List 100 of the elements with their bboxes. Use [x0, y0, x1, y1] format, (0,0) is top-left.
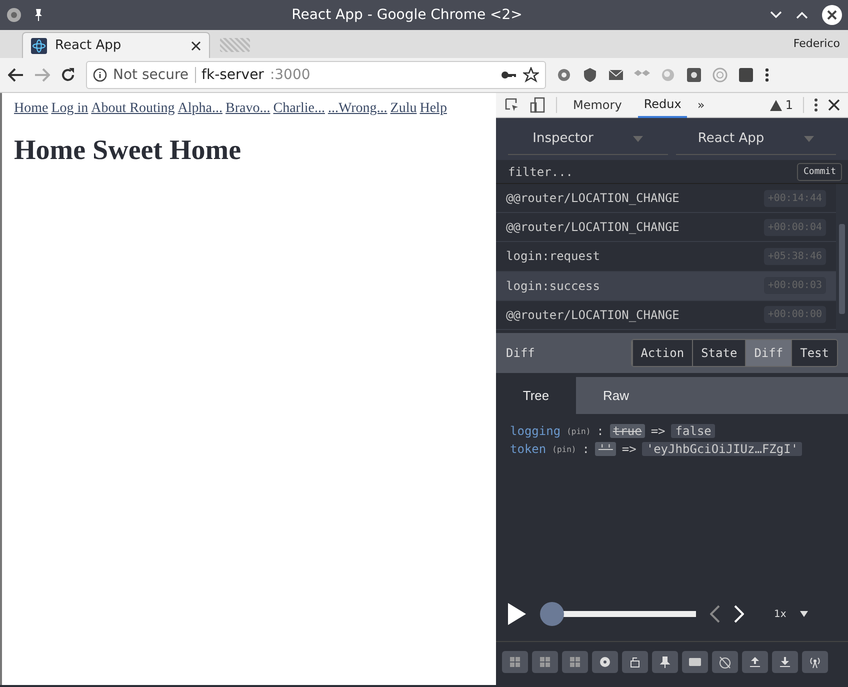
colon: :: [582, 442, 590, 456]
disc-button[interactable]: [592, 651, 618, 673]
pin-label[interactable]: (pin): [566, 426, 591, 436]
chrome-icon[interactable]: [6, 7, 22, 23]
dropdown-icon: [804, 136, 814, 142]
nav-link[interactable]: Home: [14, 101, 48, 117]
profile-name[interactable]: Federico: [793, 37, 840, 50]
browser-tab[interactable]: React App: [22, 32, 210, 58]
nav-link[interactable]: Charlie...: [273, 101, 325, 117]
warning-number: 1: [785, 98, 793, 112]
diff-arrow: =>: [650, 424, 666, 438]
devtools-tab[interactable]: Memory: [567, 92, 628, 118]
action-name: @@router/LOCATION_CHANGE: [506, 220, 680, 234]
url-port: :3000: [270, 67, 312, 83]
pin-label[interactable]: (pin): [552, 444, 576, 454]
pin-button[interactable]: [652, 651, 678, 673]
monitor-select[interactable]: React App: [676, 123, 836, 155]
mail-icon[interactable]: [608, 67, 624, 83]
diff-key[interactable]: token: [510, 442, 546, 456]
disc-icon: [598, 655, 612, 669]
select-value: Inspector: [532, 131, 594, 146]
grid-button[interactable]: [562, 651, 588, 673]
monitor-tab[interactable]: Test: [791, 340, 837, 366]
scrollbar[interactable]: [836, 184, 848, 330]
square-icon[interactable]: [738, 67, 754, 83]
grid-button[interactable]: [532, 651, 558, 673]
previous-icon[interactable]: [710, 605, 720, 623]
back-icon[interactable]: [8, 68, 24, 82]
image-icon[interactable]: [686, 67, 702, 83]
broadcast-button[interactable]: [802, 651, 828, 673]
monitor-tab[interactable]: State: [692, 340, 746, 366]
speed-select[interactable]: 1x: [768, 604, 814, 624]
reload-icon[interactable]: [60, 67, 76, 83]
filter-field[interactable]: filter...: [506, 164, 798, 180]
close-icon[interactable]: [828, 99, 840, 111]
nav-link[interactable]: Zulu: [390, 101, 417, 117]
close-icon[interactable]: [822, 5, 842, 25]
device-icon[interactable]: [530, 97, 546, 113]
keyboard-button[interactable]: [682, 651, 708, 673]
nav-link[interactable]: ...Wrong...: [328, 101, 388, 117]
window-title: React App - Google Chrome <2>: [290, 7, 524, 23]
broadcast-icon: [808, 655, 822, 669]
react-icon: [31, 38, 47, 54]
nav-link[interactable]: Log in: [51, 101, 88, 117]
grid-button[interactable]: [502, 651, 528, 673]
address-bar[interactable]: Not secure fk-server :3000: [86, 61, 546, 89]
new-value: false: [671, 424, 716, 438]
colon: :: [596, 424, 604, 438]
nav-link[interactable]: Help: [420, 101, 447, 117]
timer-off-button[interactable]: [712, 651, 738, 673]
diff-key[interactable]: logging: [510, 424, 561, 438]
view-tab[interactable]: Raw: [576, 377, 656, 414]
view-tab[interactable]: Tree: [496, 377, 576, 414]
page-heading: Home Sweet Home: [14, 135, 242, 167]
nav-link[interactable]: Alpha...: [178, 101, 223, 117]
play-icon[interactable]: [508, 603, 526, 625]
panel-title: Diff: [506, 346, 536, 360]
shield-icon[interactable]: [582, 67, 598, 83]
gear-icon[interactable]: [556, 67, 572, 83]
star-icon[interactable]: [523, 67, 539, 83]
nav-link[interactable]: About Routing: [91, 101, 175, 117]
dropdown-icon: [633, 136, 644, 142]
warning-icon: [770, 100, 782, 110]
security-label: Not secure: [113, 67, 189, 83]
menu-icon[interactable]: [764, 67, 770, 83]
action-name: @@router/LOCATION_CHANGE: [506, 191, 680, 206]
inspect-icon[interactable]: [504, 97, 520, 113]
url-host: fk-server: [202, 67, 264, 83]
action-name: login:success: [506, 278, 600, 293]
grid-icon: [568, 655, 582, 669]
close-icon[interactable]: [191, 40, 201, 50]
minimize-icon[interactable]: [770, 11, 782, 19]
new-value: 'eyJhbGciOiJIUz…FZgI': [642, 442, 802, 456]
diff-arrow: =>: [622, 442, 636, 456]
warning-count[interactable]: 1: [770, 98, 793, 112]
speed-value: 1x: [774, 608, 786, 620]
monitor-tab[interactable]: Action: [632, 340, 692, 366]
download-icon: [778, 655, 792, 669]
next-icon[interactable]: [734, 605, 744, 623]
grid-icon: [538, 655, 552, 669]
upload-button[interactable]: [742, 651, 768, 673]
key-icon[interactable]: [501, 70, 517, 80]
monitor-tab[interactable]: Diff: [745, 340, 792, 366]
upload-icon: [748, 655, 762, 669]
monitor-select[interactable]: Inspector: [508, 123, 668, 155]
nav-link[interactable]: Bravo...: [226, 101, 270, 117]
timer-off-icon: [718, 655, 732, 669]
maximize-icon[interactable]: [796, 11, 808, 19]
keyboard-icon: [688, 655, 702, 669]
dropdown-icon: [800, 611, 808, 617]
more-tabs-button[interactable]: »: [697, 98, 705, 112]
slider-thumb[interactable]: [540, 602, 564, 626]
info-icon: [93, 68, 107, 82]
menu-icon[interactable]: [814, 98, 818, 112]
lock-button[interactable]: [622, 651, 648, 673]
action-name: login:request: [506, 249, 600, 264]
tab-title: React App: [55, 38, 122, 53]
download-button[interactable]: [772, 651, 798, 673]
old-value: true: [610, 424, 645, 438]
commit-button[interactable]: Commit: [797, 162, 842, 180]
